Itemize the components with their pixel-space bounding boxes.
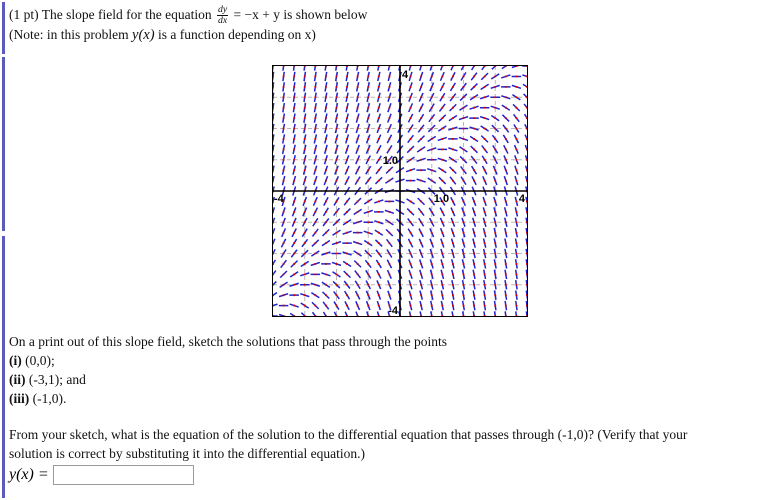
answer-label: y(x) = [9,466,49,483]
question-line1: From your sketch, what is the equation o… [9,427,688,442]
problem-page: (1 pt) The slope field for the equation … [0,0,777,500]
problem-points: (1 pt) [9,7,39,23]
question-line2: solution is correct by substituting it i… [9,446,365,461]
problem-line1-suffix: is shown below [283,7,368,23]
derivative-fraction: dy dx [216,4,229,27]
problem-statement-note: (Note: in this problem y(x) is a functio… [9,26,316,44]
equation-rhs: = −x + y [233,7,280,23]
tick-label-y-4: 4 [402,69,409,81]
slope-field-plot: 4 -4 4 -4 1.0 1.0 [272,65,528,317]
tick-label-y-neg4: -4 [388,305,399,316]
problem-line1-prefix: The slope field for the equation [41,7,212,23]
instruction-item-iii: (iii) (-1,0). [9,390,66,408]
left-accent-rule-top [2,2,5,54]
problem-statement-line1: (1 pt) The slope field for the equation … [9,4,368,27]
answer-input[interactable] [52,465,194,485]
item-ii-marker: (ii) [9,372,26,387]
tick-label-x-neg4: -4 [274,193,285,205]
instruction-item-i: (i) (0,0); [9,352,55,370]
tick-label-y-1_0: 1.0 [383,155,398,167]
slope-field-svg: 4 -4 4 -4 1.0 1.0 [273,66,527,316]
note-suffix: is a function depending on x) [158,27,316,42]
item-i-marker: (i) [9,353,22,368]
item-ii-text: (-3,1); and [28,372,86,387]
answer-row: y(x) = [9,462,194,488]
sketch-instruction: On a print out of this slope field, sket… [9,334,447,349]
left-accent-rule-bottom [2,236,5,498]
item-iii-marker: (iii) [9,391,30,406]
item-i-text: (0,0); [25,353,55,368]
note-prefix: (Note: in this problem [9,27,129,42]
instruction-item-ii: (ii) (-3,1); and [9,371,86,389]
tick-label-x-1_0: 1.0 [434,193,449,205]
item-iii-text: (-1,0). [32,391,67,406]
left-accent-rule-middle [2,57,5,231]
note-function: y(x) [131,27,155,43]
tick-label-x-4: 4 [519,193,526,205]
